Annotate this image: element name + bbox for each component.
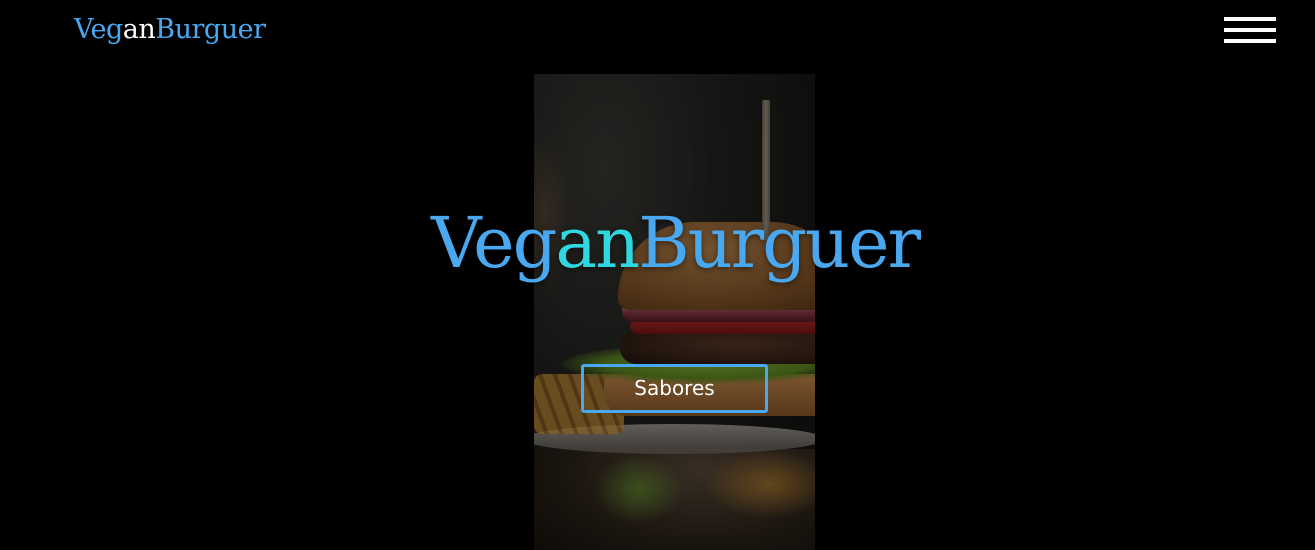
hero-title-veg: Veg <box>431 202 557 284</box>
logo-text-burguer: Burguer <box>155 14 266 45</box>
hero-title-an: an <box>555 202 640 284</box>
logo-text-veg: Veg <box>74 14 123 45</box>
menu-bar <box>1224 17 1276 21</box>
hero-title: VeganBurguer <box>410 195 940 291</box>
menu-bar <box>1224 39 1276 43</box>
site-logo[interactable]: VeganBurguer <box>74 10 266 50</box>
landing-page: VeganBurguer VeganBurguer Sabores <box>0 0 1315 550</box>
menu-bar <box>1224 28 1276 32</box>
hamburger-menu-icon[interactable] <box>1224 17 1276 43</box>
hero-burger-image <box>534 74 815 550</box>
logo-text-an: an <box>122 14 156 45</box>
hero-title-burguer: Burguer <box>638 202 921 284</box>
sabores-button[interactable]: Sabores <box>581 364 768 413</box>
